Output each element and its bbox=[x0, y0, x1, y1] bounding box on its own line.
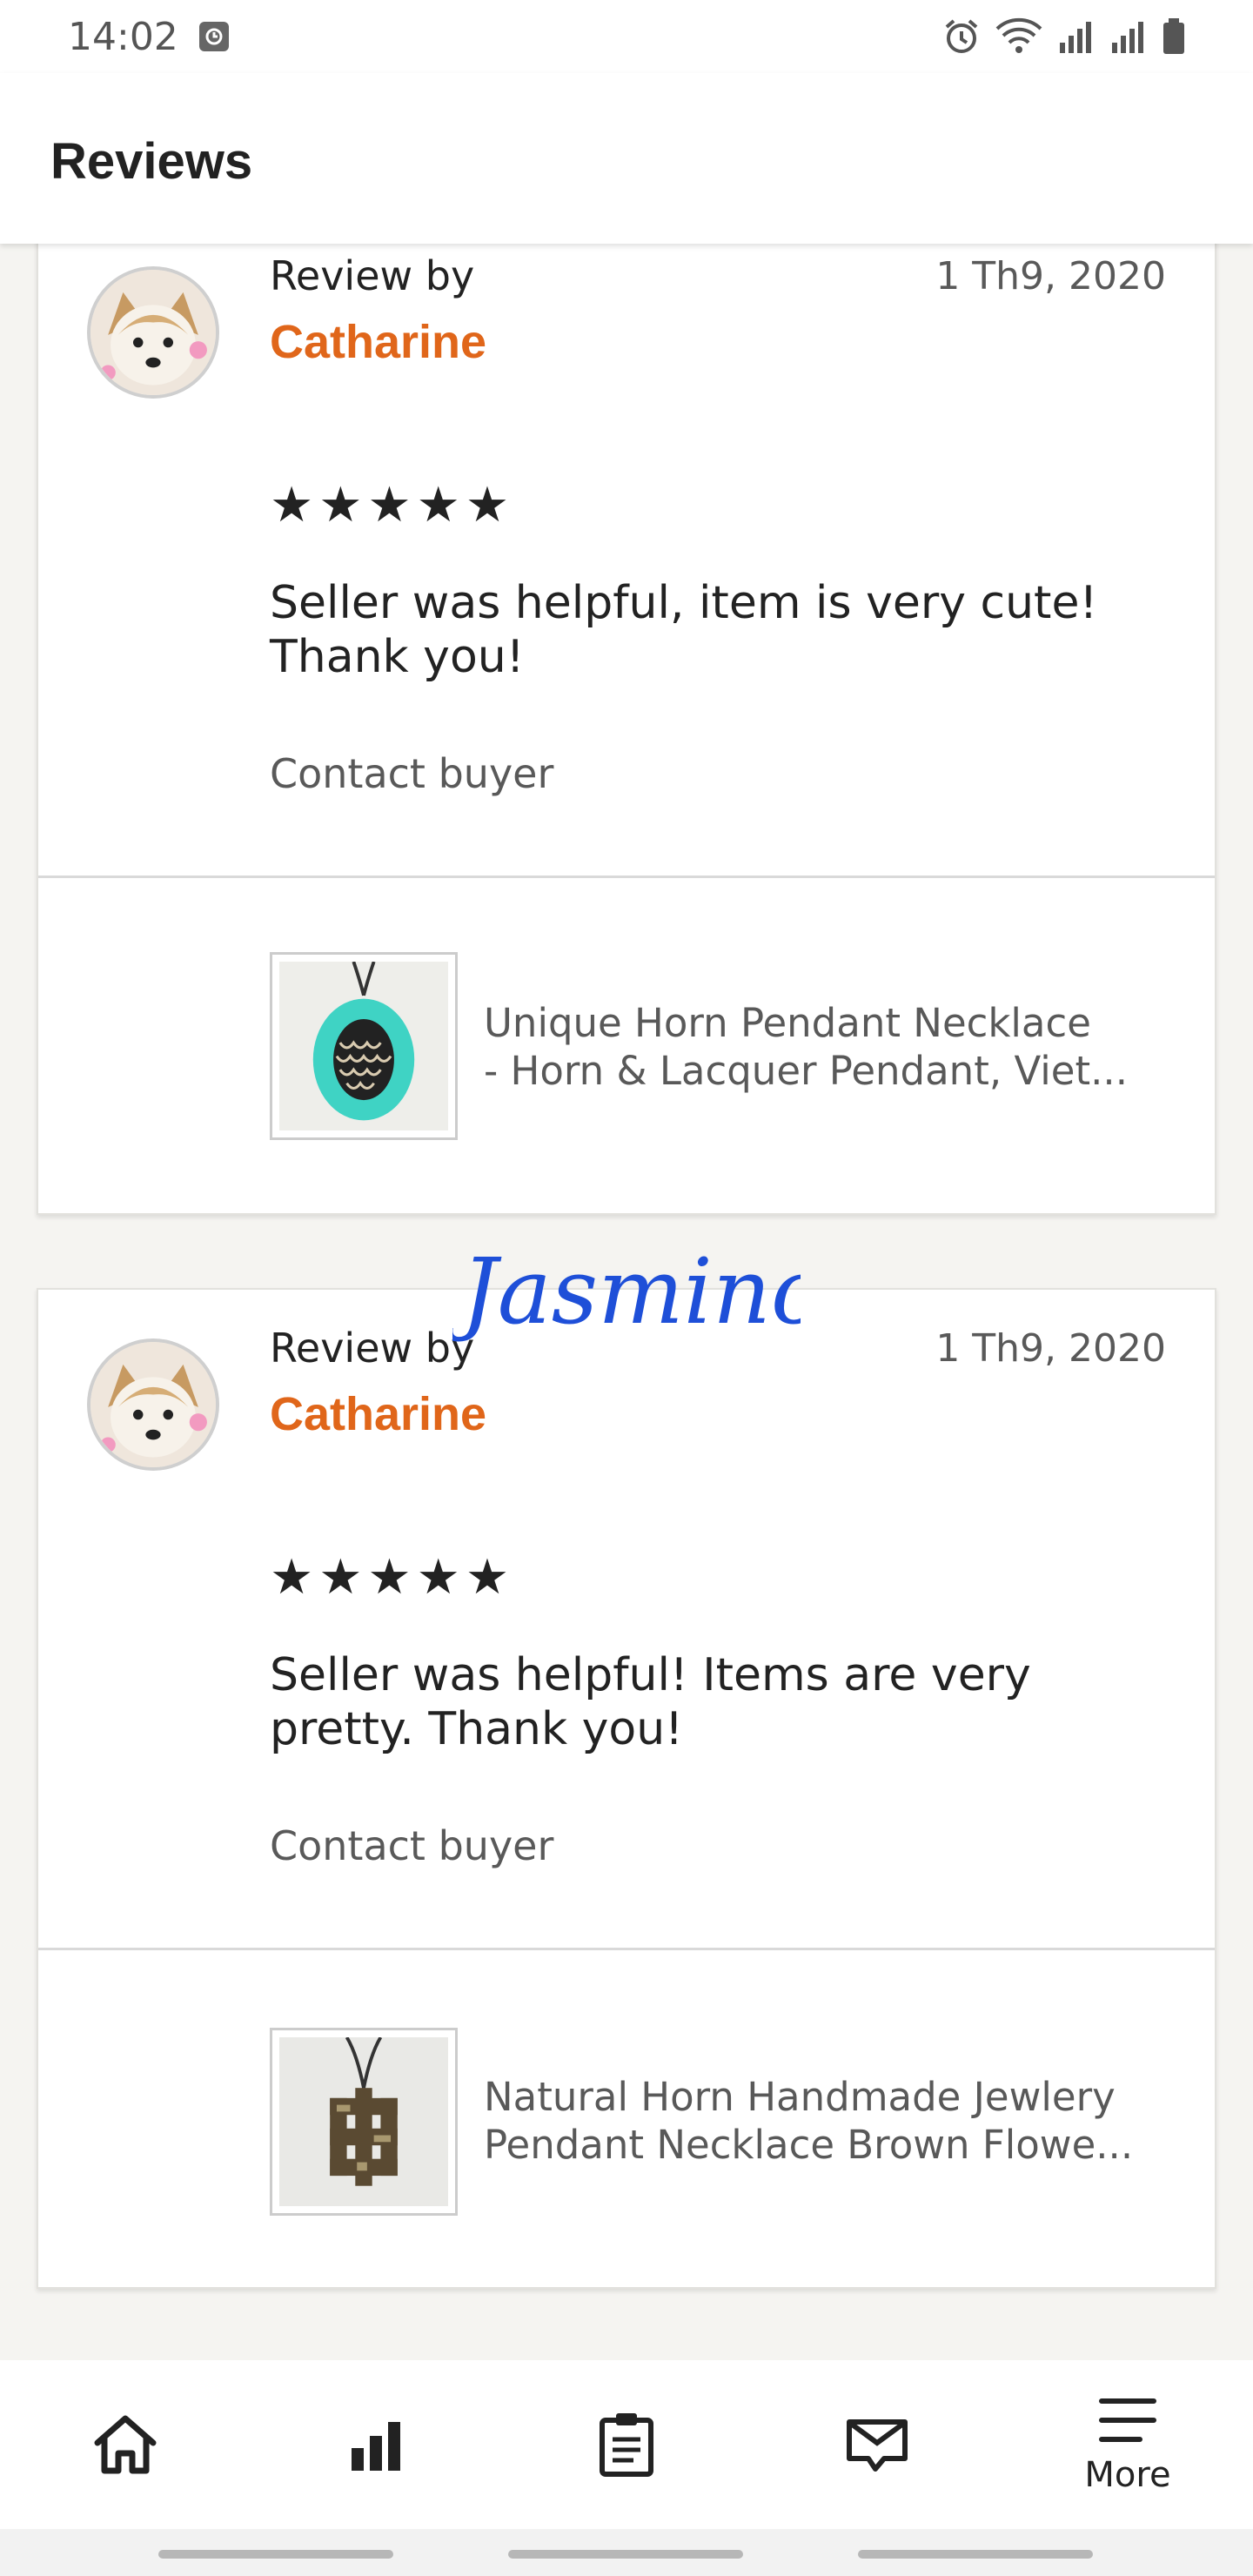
review-text: Seller was helpful! Items are very prett… bbox=[270, 1649, 1031, 1755]
menu-icon bbox=[1099, 2398, 1156, 2442]
review-date: 1 Th9, 2020 bbox=[935, 254, 1166, 299]
status-time: 14:02 bbox=[68, 14, 178, 59]
listing-title-line1: Unique Horn Pendant Necklace bbox=[484, 1000, 1091, 1046]
gesture-handle[interactable] bbox=[508, 2550, 743, 2559]
orders-icon bbox=[600, 2413, 653, 2477]
signal-icon-2 bbox=[1112, 22, 1143, 53]
pendant-image-icon bbox=[279, 2037, 448, 2206]
dog-avatar-icon bbox=[90, 270, 216, 395]
notification-icon bbox=[198, 22, 229, 51]
avatar[interactable] bbox=[87, 266, 219, 399]
bottom-navigation: More bbox=[0, 2360, 1253, 2529]
listing-thumbnail[interactable] bbox=[270, 2028, 458, 2216]
page-title: Reviews bbox=[50, 133, 253, 190]
listing-title-line2: Pendant Necklace Brown Flowe... bbox=[484, 2122, 1134, 2168]
app-bar: Reviews bbox=[0, 73, 1253, 244]
reviewer-name[interactable]: Catharine bbox=[270, 1387, 486, 1441]
dog-avatar-icon bbox=[90, 1342, 216, 1467]
contact-buyer-link[interactable]: Contact buyer bbox=[270, 750, 553, 797]
home-icon bbox=[94, 2415, 157, 2474]
pendant-image-icon bbox=[279, 962, 448, 1130]
avatar[interactable] bbox=[87, 1338, 219, 1471]
signature-watermark: Jasmino bbox=[452, 1238, 801, 1345]
nav-orders[interactable] bbox=[501, 2360, 752, 2529]
alarm-icon bbox=[945, 19, 978, 53]
battery-icon bbox=[1163, 18, 1184, 54]
reviewer-name[interactable]: Catharine bbox=[270, 315, 486, 369]
status-bar: 14:02 bbox=[0, 0, 1253, 73]
nav-more[interactable]: More bbox=[1002, 2360, 1253, 2529]
review-text: Seller was helpful, item is very cute! T… bbox=[270, 577, 1098, 683]
star-rating: ★★★★★ bbox=[270, 1549, 515, 1606]
listing-title-line1: Natural Horn Handmade Jewlery bbox=[484, 2074, 1116, 2120]
signal-icon-1 bbox=[1060, 22, 1091, 53]
nav-messages[interactable] bbox=[752, 2360, 1002, 2529]
review-card: Review by Catharine 1 Th9, 2020 ★★★★★ Se… bbox=[37, 1288, 1216, 2289]
nav-home[interactable] bbox=[0, 2360, 251, 2529]
review-date: 1 Th9, 2020 bbox=[935, 1326, 1166, 1371]
system-gesture-bar bbox=[0, 2529, 1253, 2576]
contact-buyer-link[interactable]: Contact buyer bbox=[270, 1822, 553, 1869]
star-rating: ★★★★★ bbox=[270, 477, 515, 533]
gesture-handle[interactable] bbox=[158, 2550, 393, 2559]
listing-title[interactable]: Unique Horn Pendant Necklace - Horn & La… bbox=[484, 999, 1171, 1095]
signature-text: Jasmino bbox=[452, 1238, 801, 1345]
nav-more-label: More bbox=[1084, 2455, 1171, 2495]
wifi-icon bbox=[995, 17, 1042, 53]
gesture-handle[interactable] bbox=[858, 2550, 1093, 2559]
review-card: Review by Catharine 1 Th9, 2020 ★★★★★ Se… bbox=[37, 218, 1216, 1215]
review-by-label: Review by bbox=[270, 252, 475, 299]
review-by-label: Review by bbox=[270, 1325, 475, 1372]
divider bbox=[38, 875, 1215, 878]
listing-title[interactable]: Natural Horn Handmade Jewlery Pendant Ne… bbox=[484, 2073, 1171, 2169]
nav-stats[interactable] bbox=[251, 2360, 501, 2529]
divider bbox=[38, 1948, 1215, 1950]
listing-title-line2: - Horn & Lacquer Pendant, Viet... bbox=[484, 1048, 1128, 1094]
listing-thumbnail[interactable] bbox=[270, 952, 458, 1140]
messages-icon bbox=[847, 2419, 908, 2472]
stats-icon bbox=[352, 2422, 400, 2471]
